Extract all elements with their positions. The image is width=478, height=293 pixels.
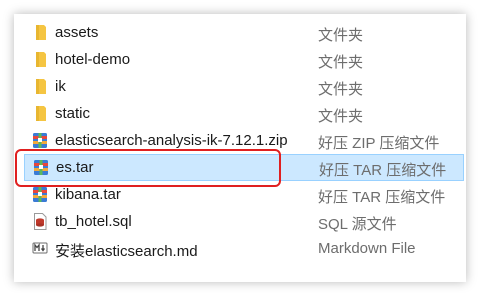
file-type: 好压 TAR 压缩文件: [318, 189, 446, 206]
file-name: ik: [55, 78, 66, 95]
file-type: 文件夹: [318, 81, 364, 98]
file-type: 好压 ZIP 压缩文件: [318, 135, 440, 152]
file-row-kibana-tar[interactable]: kibana.tar 好压 TAR 压缩文件: [14, 181, 466, 208]
folder-icon: [36, 106, 46, 121]
file-name: static: [55, 105, 91, 122]
file-type: 文件夹: [318, 54, 364, 71]
archive-icon: [33, 133, 47, 148]
file-row-hotel-demo[interactable]: hotel-demo 文件夹: [14, 46, 466, 73]
file-type: 文件夹: [318, 27, 364, 44]
file-name: 安装elasticsearch.md: [55, 243, 198, 260]
archive-icon: [33, 187, 47, 202]
file-row-install-elasticsearch-md[interactable]: 安装elasticsearch.md Markdown File: [14, 235, 466, 262]
file-name: es.tar: [56, 159, 94, 176]
file-type: SQL 源文件: [318, 216, 397, 233]
folder-icon: [36, 79, 46, 94]
file-type: 好压 TAR 压缩文件: [319, 162, 447, 179]
archive-icon: [34, 160, 48, 175]
file-list: assets 文件夹 hotel-demo 文件夹 ik 文件夹 static …: [14, 14, 466, 282]
markdown-file-icon: [32, 242, 48, 254]
sql-file-icon: [34, 213, 47, 230]
file-name: tb_hotel.sql: [55, 213, 132, 230]
file-name: hotel-demo: [55, 51, 131, 68]
file-row-static[interactable]: static 文件夹: [14, 100, 466, 127]
file-name: elasticsearch-analysis-ik-7.12.1.zip: [55, 132, 288, 149]
file-type: Markdown File: [318, 240, 416, 257]
file-row-elasticsearch-analysis-ik-zip[interactable]: elasticsearch-analysis-ik-7.12.1.zip 好压 …: [14, 127, 466, 154]
file-row-assets[interactable]: assets 文件夹: [14, 19, 466, 46]
file-row-ik[interactable]: ik 文件夹: [14, 73, 466, 100]
file-row-tb-hotel-sql[interactable]: tb_hotel.sql SQL 源文件: [14, 208, 466, 235]
file-row-es-tar[interactable]: es.tar 好压 TAR 压缩文件: [24, 154, 464, 181]
file-type: 文件夹: [318, 108, 364, 125]
file-name: assets: [55, 24, 99, 41]
folder-icon: [36, 25, 46, 40]
file-name: kibana.tar: [55, 186, 121, 203]
folder-icon: [36, 52, 46, 67]
